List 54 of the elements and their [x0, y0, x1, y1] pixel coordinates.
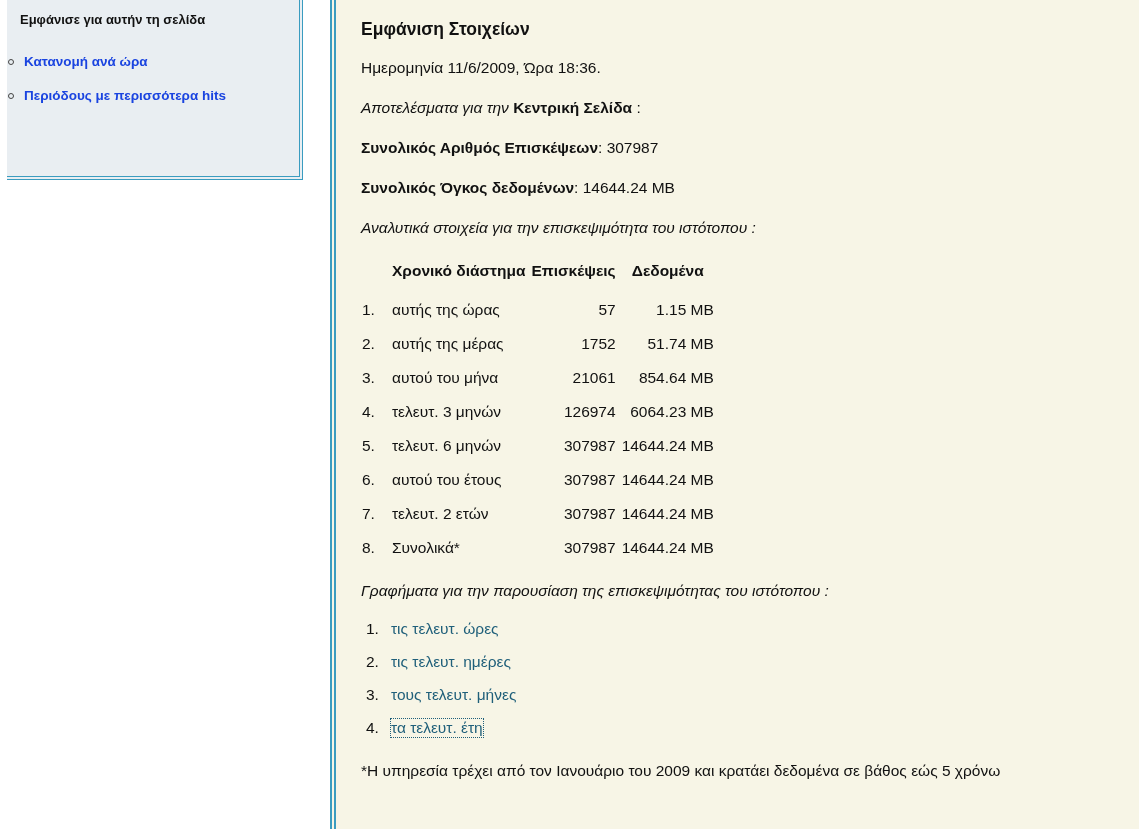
table-cell-text: 51.74 MB [646, 334, 715, 354]
table-cell-text: 14644.24 MB [620, 504, 715, 524]
table-cell-text: τελευτ. 2 ετών [391, 504, 490, 524]
sidebar-heading: Εμφάνισε για αυτήν τη σελίδα [20, 12, 207, 27]
chart-link[interactable]: τους τελευτ. μήνες [391, 686, 517, 704]
table-cell-text: 6064.23 MB [629, 402, 715, 422]
table-cell-text: 307987 [562, 436, 617, 456]
row-number: 8. [361, 538, 376, 558]
list-number: 2. [366, 653, 380, 671]
row-number: 4. [361, 402, 376, 422]
table-cell-text: 854.64 MB [637, 368, 715, 388]
chart-link[interactable]: τις τελευτ. ημέρες [391, 653, 511, 671]
row-number: 7. [361, 504, 376, 524]
table-cell-text: αυτής της μέρας [391, 334, 505, 354]
table-cell-text: αυτού του έτους [391, 470, 503, 490]
table-cell-text: τελευτ. 6 μηνών [391, 436, 502, 456]
row-number: 3. [361, 368, 376, 388]
info-text: Συνολικός Όγκος δεδομένων: 14644.24 MB [361, 179, 676, 197]
table-cell-text: 1.15 MB [655, 300, 715, 320]
table-cell-text: 14644.24 MB [620, 470, 715, 490]
info-text: Ημερομηνία 11/6/2009, Ώρα 18:36. [361, 59, 602, 77]
row-number: 6. [361, 470, 376, 490]
column-header: Χρονικό διάστημα [391, 261, 527, 281]
list-number: 1. [366, 620, 380, 638]
chart-link[interactable]: τα τελευτ. έτη [391, 719, 483, 737]
table-cell-text: 126974 [562, 402, 617, 422]
table-cell-text: 1752 [580, 334, 617, 354]
row-number: 2. [361, 334, 376, 354]
sidebar-link[interactable]: Περιόδους με περισσότερα hits [24, 88, 226, 103]
table-cell-text: αυτού του μήνα [391, 368, 500, 388]
table-cell-text: 307987 [562, 504, 617, 524]
footnote-text: *Η υπηρεσία τρέχει από τον Ιανουάριο του 2009 και κρατάει δεδομένα σε βάθος εώς 5 χρόνω [361, 762, 1002, 780]
table-cell-text: αυτής της ώρας [391, 300, 501, 320]
table-cell-text: τελευτ. 3 μηνών [391, 402, 502, 422]
list-number: 4. [366, 719, 380, 737]
column-header: Δεδομένα [630, 261, 705, 281]
sidebar-link[interactable]: Κατανομή ανά ώρα [24, 54, 148, 69]
info-text: Αναλυτικά στοιχεία για την επισκεψιμότητα του ιστότοπου : [361, 219, 757, 237]
list-number: 3. [366, 686, 380, 704]
table-cell-text: Συνολικά* [391, 538, 461, 558]
table-cell-text: 307987 [562, 470, 617, 490]
table-cell-text: 14644.24 MB [620, 436, 715, 456]
info-text: Γραφήματα για την παρουσίαση της επισκεψιμότητας του ιστότοπου : [361, 582, 830, 600]
table-cell-text: 14644.24 MB [620, 538, 715, 558]
chart-link[interactable]: τις τελευτ. ώρες [391, 620, 499, 638]
row-number: 5. [361, 436, 376, 456]
table-cell-text: 21061 [571, 368, 617, 388]
info-text: Συνολικός Αριθμός Επισκέψεων: 307987 [361, 139, 660, 157]
column-header: Επισκέψεις [530, 261, 617, 281]
row-number: 1. [361, 300, 376, 320]
table-cell-text: 307987 [562, 538, 617, 558]
info-text: Αποτελέσματα για την Κεντρική Σελίδα : [361, 99, 642, 117]
table-cell-text: 57 [597, 300, 617, 320]
page-title: Εμφάνιση Στοιχείων [361, 19, 531, 40]
